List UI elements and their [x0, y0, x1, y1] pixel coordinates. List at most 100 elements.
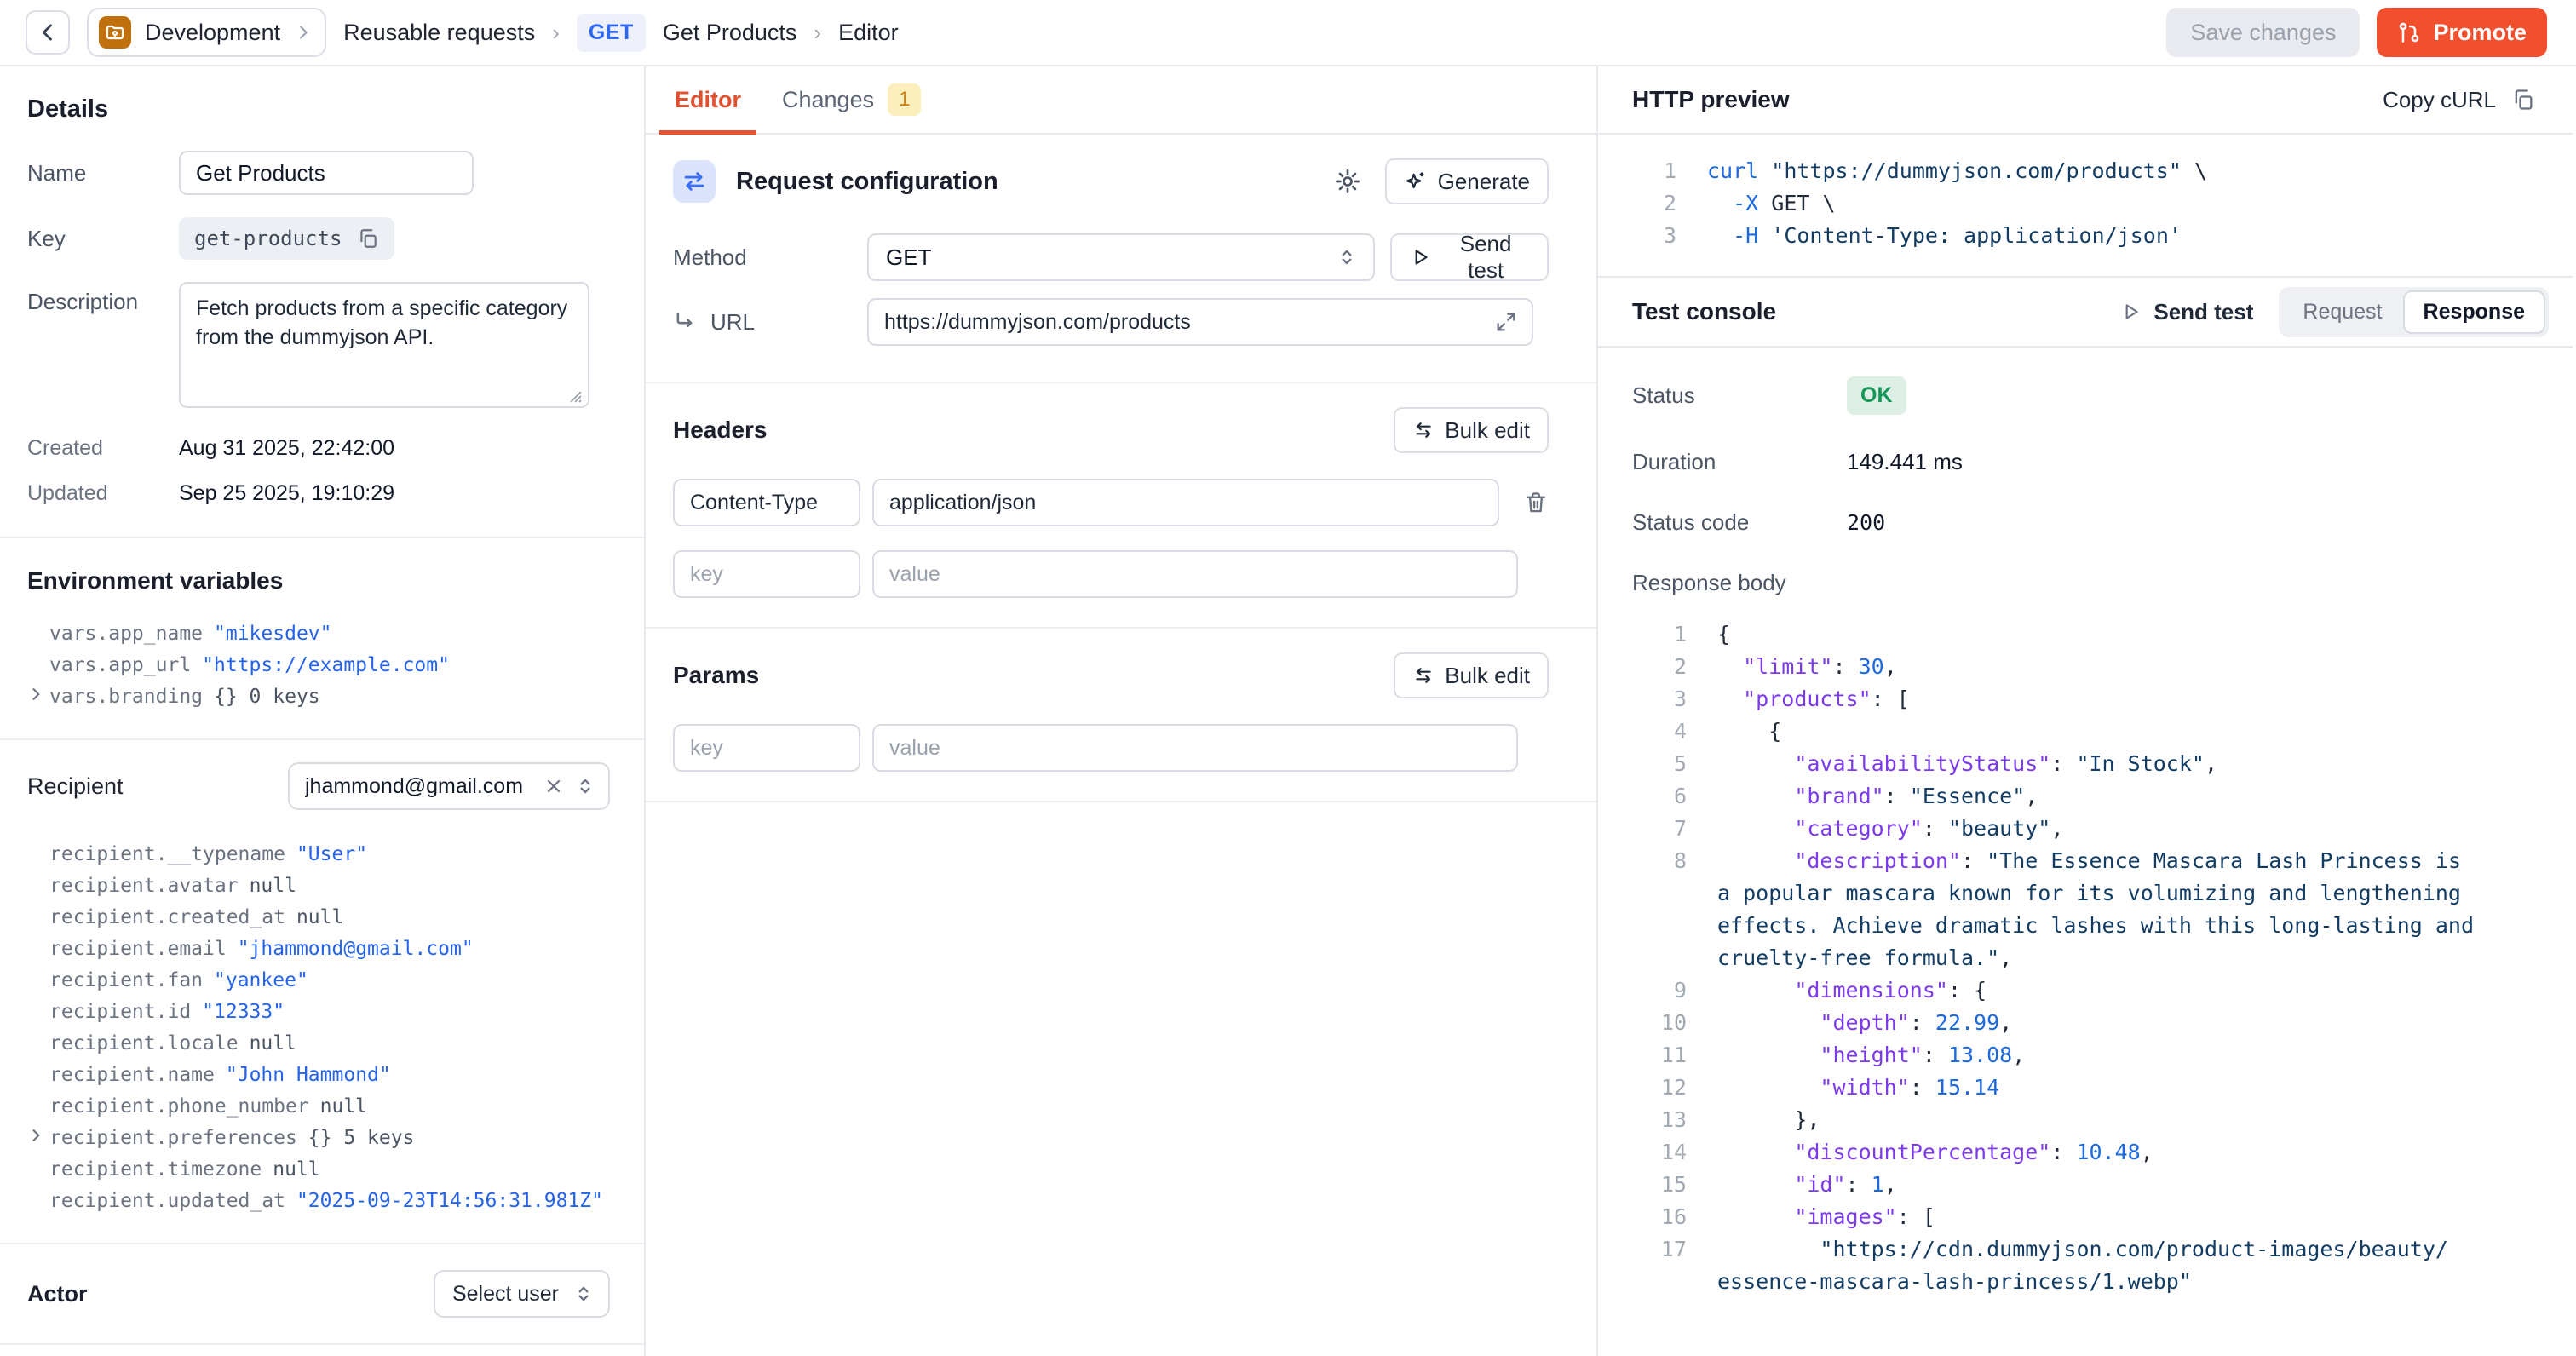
top-bar: Development Reusable requests › GET Get … [0, 0, 2576, 66]
response-body-label: Response body [1632, 570, 2539, 596]
copy-curl-button[interactable]: Copy cURL [2383, 87, 2535, 113]
request-tab[interactable]: Request [2282, 290, 2402, 334]
code-line: 13 }, [1632, 1104, 2539, 1136]
code-segment: : [1910, 1010, 1935, 1035]
expand-chevron-icon[interactable] [27, 1127, 44, 1144]
duration-value: 149.441 ms [1847, 449, 1963, 475]
test-console-title: Test console [1632, 298, 2094, 325]
url-input[interactable] [867, 298, 1533, 346]
code-segment: a popular mascara known for its volumizi… [1717, 881, 2461, 905]
code-segment: "beauty" [1948, 816, 2050, 841]
promote-button[interactable]: Promote [2377, 8, 2547, 57]
param-value-input-empty[interactable] [872, 724, 1518, 772]
line-number: 9 [1632, 974, 1687, 1007]
changes-count-badge: 1 [888, 83, 921, 116]
header-key-input-empty[interactable] [673, 550, 860, 598]
breadcrumb-request-name[interactable]: Get Products [663, 20, 797, 46]
code-line: a popular mascara known for its volumizi… [1632, 877, 2539, 910]
code-segment: "limit" [1743, 654, 1832, 679]
code-segment: : [ [1872, 687, 1910, 711]
code-line: 12 "width": 15.14 [1632, 1072, 2539, 1104]
code-segment: "In Stock" [2076, 751, 2205, 776]
tab-changes[interactable]: Changes 1 [782, 66, 921, 133]
code-segment: "brand" [1794, 784, 1883, 808]
code-segment: , [1999, 945, 2012, 970]
headers-block: Headers Bulk edit [646, 383, 1596, 629]
code-line: 4 { [1632, 715, 2539, 748]
recipient-field-row: recipient.created_atnull [27, 902, 610, 934]
method-select[interactable]: GET [867, 233, 1375, 281]
code-line: 3 "products": [ [1632, 683, 2539, 715]
send-test-button[interactable]: Send test [1390, 233, 1549, 281]
breadcrumb-page: Editor [838, 20, 899, 46]
header-value-input[interactable] [872, 479, 1499, 526]
status-label: Status [1632, 382, 1847, 409]
code-segment: "https://cdn.dummyjson.com/product-image… [1820, 1237, 2448, 1261]
response-tab[interactable]: Response [2403, 290, 2545, 334]
code-segment [1717, 751, 1794, 776]
copy-icon[interactable] [357, 227, 379, 250]
play-icon [2119, 301, 2142, 323]
actor-select[interactable]: Select user [434, 1270, 610, 1318]
breadcrumb-separator: › [552, 20, 560, 46]
variable-value: "mikesdev" [214, 623, 331, 645]
line-number [1632, 910, 1687, 942]
line-number: 8 [1632, 845, 1687, 877]
name-input[interactable] [179, 151, 474, 195]
breadcrumb-section[interactable]: Reusable requests [343, 20, 535, 46]
back-button[interactable] [26, 10, 70, 55]
recipient-field-row: recipient.preferences{} 5 keys [27, 1123, 610, 1154]
headers-bulk-edit-button[interactable]: Bulk edit [1394, 407, 1549, 453]
param-key-input-empty[interactable] [673, 724, 860, 772]
code-segment: : [1923, 1043, 1948, 1067]
recipient-select[interactable]: jhammond@gmail.com [288, 762, 610, 810]
recipient-field-value: null [250, 1032, 296, 1054]
clear-icon[interactable] [543, 776, 564, 796]
console-send-test-button[interactable]: Send test [2119, 299, 2253, 325]
code-segment [1717, 816, 1794, 841]
code-segment: 13.08 [1948, 1043, 2012, 1067]
url-label: URL [710, 309, 755, 336]
resize-grip-icon[interactable] [566, 387, 583, 404]
description-textarea[interactable]: Fetch products from a specific category … [179, 282, 589, 408]
tab-editor[interactable]: Editor [675, 66, 741, 133]
header-key-input[interactable] [673, 479, 860, 526]
recipient-field-value: null [273, 1158, 319, 1181]
breadcrumb-project-chip[interactable]: Development [87, 8, 326, 57]
save-changes-button[interactable]: Save changes [2166, 8, 2360, 57]
chevron-up-down-icon[interactable] [574, 775, 596, 797]
expand-chevron-icon[interactable] [27, 686, 44, 703]
details-title: Details [27, 95, 610, 124]
header-value-input-empty[interactable] [872, 550, 1518, 598]
code-segment: "products" [1743, 687, 1872, 711]
code-segment: 'Content-Type: application/json' [1771, 223, 2182, 248]
variable-key: vars.app_url [49, 654, 191, 676]
http-preview-header: HTTP preview Copy cURL [1598, 66, 2573, 135]
tenant-section: Tenant Select tenant [0, 1345, 644, 1356]
line-number: 3 [1632, 683, 1687, 715]
environment-variables-list: vars.app_name"mikesdev" vars.app_url"htt… [27, 618, 610, 713]
code-segment: -H [1733, 223, 1758, 248]
curl-preview-code: 1 curl "https://dummyjson.com/products" … [1598, 135, 2573, 278]
expand-icon[interactable] [1494, 310, 1518, 334]
code-line: 15 "id": 1, [1632, 1169, 2539, 1201]
code-segment: "id" [1794, 1172, 1845, 1197]
code-segment: : [2050, 751, 2076, 776]
params-block: Params Bulk edit [646, 629, 1596, 802]
params-bulk-edit-button[interactable]: Bulk edit [1394, 652, 1549, 698]
code-segment: cruelty-free formula." [1717, 945, 1999, 970]
editor-tabs: Editor Changes 1 [646, 66, 1596, 135]
trash-icon[interactable] [1523, 490, 1549, 515]
code-line: 11 "height": 13.08, [1632, 1039, 2539, 1072]
code-segment: "Essence" [1910, 784, 2025, 808]
code-line: 3 -H 'Content-Type: application/json' [1622, 220, 2539, 252]
line-number: 5 [1632, 748, 1687, 780]
recipient-field-value: {} 5 keys [308, 1127, 415, 1149]
code-segment: : { [1948, 978, 1987, 1003]
line-number: 7 [1632, 813, 1687, 845]
line-number: 10 [1632, 1007, 1687, 1039]
settings-gear-icon[interactable] [1334, 168, 1361, 195]
generate-button[interactable]: Generate [1385, 158, 1549, 204]
recipient-field-row: recipient.name"John Hammond" [27, 1060, 610, 1091]
updated-value: Sep 25 2025, 19:10:29 [179, 481, 394, 506]
